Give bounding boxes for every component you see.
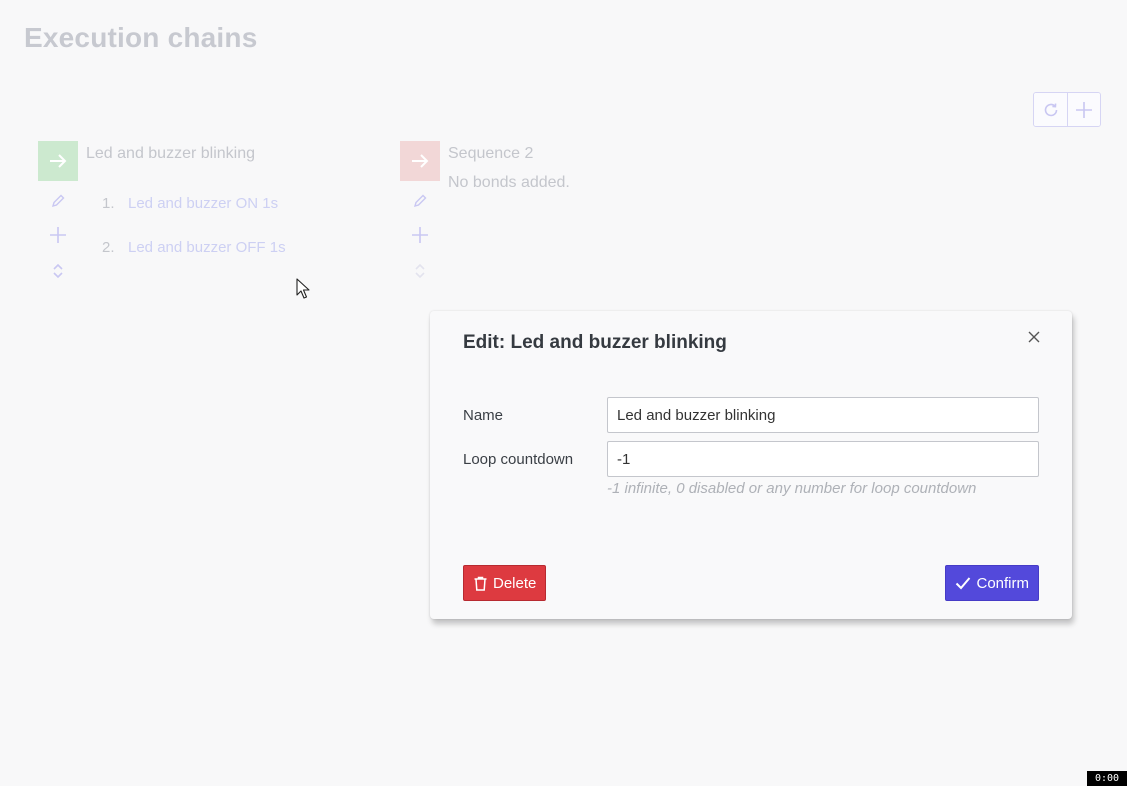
chain-card: Sequence 2 No bonds added. xyxy=(400,141,570,279)
add-chain-button[interactable] xyxy=(1067,93,1100,126)
pencil-icon xyxy=(413,194,427,208)
plus-icon xyxy=(412,227,428,243)
empty-bonds-text: No bonds added. xyxy=(448,174,570,191)
check-icon xyxy=(956,577,971,590)
add-bond-button[interactable] xyxy=(48,225,68,245)
arrow-right-icon xyxy=(412,154,429,168)
chain-name: Sequence 2 xyxy=(448,145,534,162)
arrow-right-icon xyxy=(50,154,67,168)
bond-item: 1. Led and buzzer ON 1s xyxy=(102,195,278,212)
run-chain-button[interactable] xyxy=(400,141,440,181)
loop-countdown-hint: -1 infinite, 0 disabled or any number fo… xyxy=(607,480,977,497)
trash-icon xyxy=(474,576,487,591)
confirm-label: Confirm xyxy=(976,574,1029,592)
chain-toolbar xyxy=(1033,92,1101,127)
plus-icon xyxy=(50,227,66,243)
mouse-cursor-icon xyxy=(296,278,310,299)
loop-countdown-field[interactable] xyxy=(607,441,1039,477)
bond-link[interactable]: Led and buzzer ON 1s xyxy=(128,195,278,212)
sort-icon xyxy=(415,263,425,279)
dialog-title: Edit: Led and buzzer blinking xyxy=(463,332,727,353)
edit-chain-dialog: Edit: Led and buzzer blinking Name Loop … xyxy=(430,311,1072,619)
add-bond-button[interactable] xyxy=(410,225,430,245)
pencil-icon xyxy=(51,194,65,208)
bond-number: 2. xyxy=(102,239,115,256)
delete-label: Delete xyxy=(493,574,537,592)
plus-icon xyxy=(1076,101,1092,118)
chain-name: Led and buzzer blinking xyxy=(86,145,256,162)
loop-countdown-label: Loop countdown xyxy=(463,451,574,468)
sort-icon xyxy=(53,263,63,279)
run-chain-button[interactable] xyxy=(38,141,78,181)
close-button[interactable] xyxy=(1026,329,1042,345)
confirm-button[interactable]: Confirm xyxy=(945,565,1039,601)
bond-item: 2. Led and buzzer OFF 1s xyxy=(102,239,286,256)
delete-button[interactable]: Delete xyxy=(463,565,547,601)
reorder-button[interactable] xyxy=(48,261,68,281)
reorder-button[interactable] xyxy=(410,261,430,281)
chain-card: Led and buzzer blinking 1. Led and buzzer… xyxy=(38,141,286,279)
bond-link[interactable]: Led and buzzer OFF 1s xyxy=(128,239,286,256)
close-icon xyxy=(1028,331,1040,343)
recording-timer: 0:00 xyxy=(1087,771,1127,786)
refresh-icon xyxy=(1044,103,1057,116)
refresh-button[interactable] xyxy=(1034,93,1067,126)
name-field[interactable] xyxy=(607,397,1039,433)
page-title: Execution chains xyxy=(24,22,258,53)
edit-chain-button[interactable] xyxy=(410,191,430,211)
edit-chain-button[interactable] xyxy=(48,191,68,211)
name-label: Name xyxy=(463,407,504,424)
bond-number: 1. xyxy=(102,195,115,212)
